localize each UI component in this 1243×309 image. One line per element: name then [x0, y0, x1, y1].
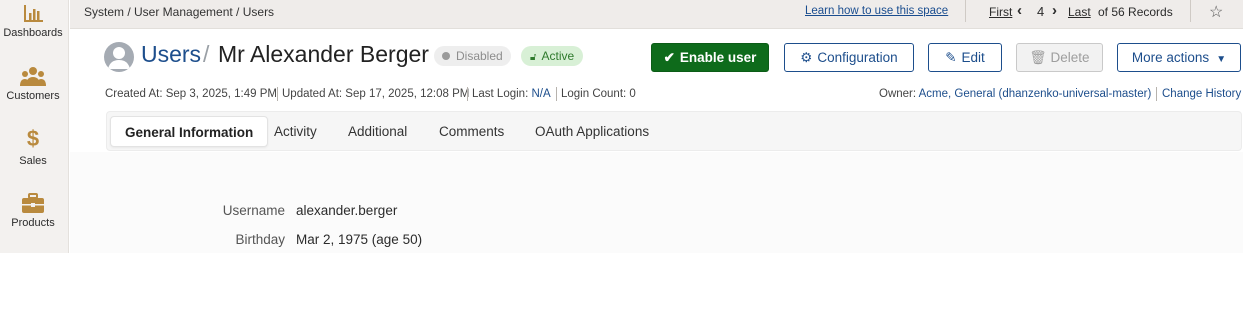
sidebar: Dashboards Customers $ Sales Products	[0, 0, 69, 253]
tab-activity[interactable]: Activity	[260, 116, 331, 147]
owner-link[interactable]: Acme, General (dhanzenko-universal-maste…	[919, 88, 1152, 100]
learn-space-link[interactable]: Learn how to use this space	[805, 5, 948, 17]
more-actions-button[interactable]: More actions ▼	[1117, 43, 1241, 72]
pager-current: 4	[1037, 4, 1045, 19]
briefcase-icon	[22, 193, 44, 213]
divider	[1190, 0, 1191, 22]
change-history-label: Change History	[1162, 88, 1242, 100]
tab-general-information[interactable]: General Information	[110, 116, 269, 147]
avatar	[104, 42, 134, 72]
button-label: Delete	[1050, 50, 1090, 65]
tab-oauth-applications[interactable]: OAuth Applications	[521, 116, 663, 147]
sidebar-item-label: Dashboards	[3, 27, 63, 39]
button-label: More actions	[1131, 50, 1210, 65]
badge-label: Active	[541, 49, 575, 63]
star-icon[interactable]: ☆	[1209, 2, 1223, 22]
tab-bar: General Information Activity Additional …	[106, 111, 1242, 151]
sidebar-item-products[interactable]: Products	[0, 193, 66, 229]
last-login-label: Last Login:	[472, 88, 529, 100]
status-badge-active: 🔓︎ Active	[521, 46, 584, 66]
field-value-username: alexander.berger	[296, 203, 398, 218]
field-label-username: Username	[222, 203, 285, 218]
updated-at: Updated At: Sep 17, 2025, 12:08 PM	[282, 88, 470, 100]
sidebar-item-customers[interactable]: Customers	[0, 66, 66, 102]
user-silhouette-icon	[104, 42, 134, 72]
top-bar: System / User Management / Users Learn h…	[70, 0, 1243, 29]
owner: Owner: Acme, General (dhanzenko-universa…	[879, 88, 1151, 100]
sidebar-item-dashboards[interactable]: Dashboards	[0, 4, 66, 39]
enable-user-button[interactable]: ✔ Enable user	[651, 43, 769, 72]
field-value-birthday: Mar 2, 1975 (age 50)	[296, 232, 423, 247]
button-label: Enable user	[679, 50, 757, 65]
divider	[965, 0, 966, 22]
change-history-link[interactable]: Change History	[1162, 88, 1241, 100]
divider	[556, 87, 557, 101]
chevron-left-icon[interactable]: ‹	[1017, 2, 1022, 19]
login-count: Login Count: 0	[561, 88, 636, 100]
general-info-panel: Username alexander.berger Birthday Mar 2…	[70, 152, 1243, 253]
tab-additional[interactable]: Additional	[334, 116, 421, 147]
chevron-right-icon[interactable]: ›	[1052, 2, 1057, 19]
divider	[467, 87, 468, 101]
sidebar-item-label: Products	[11, 217, 55, 229]
divider	[277, 87, 278, 101]
pager-total: of 56 Records	[1098, 5, 1173, 19]
tab-comments[interactable]: Comments	[425, 116, 518, 147]
unlock-icon: 🔓︎	[530, 52, 537, 63]
dot-icon	[442, 52, 450, 60]
status-badge-disabled: Disabled	[434, 46, 511, 66]
last-login-value[interactable]: N/A	[531, 88, 550, 100]
sidebar-item-label: Sales	[19, 155, 47, 167]
configuration-button[interactable]: ⚙ Configuration	[784, 43, 914, 72]
edit-icon: ✎	[945, 50, 957, 65]
page-title: Mr Alexander Berger	[218, 41, 429, 67]
dollar-icon: $	[26, 126, 40, 151]
check-icon: ✔	[663, 50, 675, 65]
button-label: Configuration	[817, 50, 898, 65]
section-link[interactable]: Users	[141, 41, 201, 68]
bar-chart-icon	[24, 5, 43, 22]
badge-label: Disabled	[456, 49, 503, 63]
caret-down-icon: ▼	[1216, 54, 1227, 65]
created-at: Created At: Sep 3, 2025, 1:49 PM	[105, 88, 277, 100]
last-login: Last Login: N/A	[472, 88, 551, 100]
field-label-birthday: Birthday	[235, 232, 285, 247]
pager-last-link[interactable]: Last	[1068, 5, 1091, 19]
button-label: Edit	[961, 50, 985, 65]
sidebar-item-label: Customers	[6, 90, 60, 102]
sidebar-item-sales[interactable]: $ Sales	[0, 126, 66, 168]
delete-button[interactable]: 🗑︎ Delete	[1016, 43, 1103, 72]
breadcrumb[interactable]: System / User Management / Users	[84, 5, 274, 19]
users-icon	[20, 67, 46, 86]
gear-icon: ⚙	[800, 50, 813, 65]
owner-label: Owner:	[879, 88, 917, 100]
pager-first-link[interactable]: First	[989, 5, 1012, 19]
app-window: Dashboards Customers $ Sales Products Sy…	[0, 0, 1243, 253]
title-separator: /	[203, 41, 210, 67]
trash-icon: 🗑︎	[1029, 50, 1047, 65]
divider	[1156, 87, 1157, 101]
edit-button[interactable]: ✎ Edit	[928, 43, 1002, 72]
